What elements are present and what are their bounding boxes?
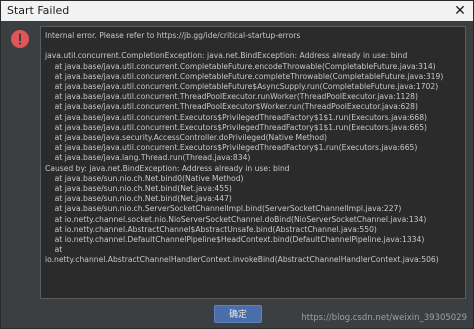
error-line: at java.base/java.util.concurrent.Execut… [45,143,418,153]
error-icon [11,30,29,48]
error-line: at java.base/java.util.concurrent.Thread… [45,102,418,112]
error-line: Caused by: java.net.BindException: Addre… [45,163,290,173]
error-line: at java.base/java.security.AccessControl… [45,133,327,143]
ok-button[interactable]: 确定 [214,305,262,323]
error-line: at java.base/sun.nio.ch.Net.bind0(Native… [45,173,244,183]
error-stacktrace: Internal error. Please refer to https://… [41,27,465,298]
close-button[interactable]: ✕ [447,1,473,21]
error-line: at io.netty.channel.socket.nio.NioServer… [45,214,427,224]
error-line: at io.netty.channel.AbstractChannel$Abst… [45,224,377,234]
error-line: java.util.concurrent.CompletionException… [45,51,408,61]
error-line: at java.base/java.util.concurrent.Comple… [45,82,439,92]
error-line: at io.netty.channel.DefaultChannelPipeli… [45,235,425,245]
error-line: at java.base/sun.nio.ch.Net.bind(Net.jav… [45,194,232,204]
dialog-title: Start Failed [7,4,70,17]
start-failed-dialog: Start Failed ✕ Internal error. Please re… [0,0,474,329]
error-details-area[interactable]: Internal error. Please refer to https://… [40,26,466,299]
error-line: at java.base/java.util.concurrent.Comple… [45,61,436,71]
error-line: io.netty.channel.AbstractChannelHandlerC… [45,255,439,265]
error-line: at java.base/java.lang.Thread.run(Thread… [45,153,251,163]
error-line: at java.base/java.util.concurrent.Execut… [45,112,427,122]
error-line: at java.base/sun.nio.ch.ServerSocketChan… [45,204,402,214]
error-line: Internal error. Please refer to https://… [45,31,301,40]
error-line: at java.base/sun.nio.ch.Net.bind(Net.jav… [45,184,232,194]
watermark-text: https://blog.csdn.net/weixin_39305029 [301,313,467,323]
dialog-titlebar: Start Failed ✕ [1,1,473,21]
error-line: at java.base/java.util.concurrent.Comple… [45,71,444,81]
error-line: at java.base/java.util.concurrent.Thread… [45,92,418,102]
error-line [45,41,461,51]
error-line: at java.base/java.util.concurrent.Execut… [45,122,427,132]
error-line: at [45,245,63,255]
